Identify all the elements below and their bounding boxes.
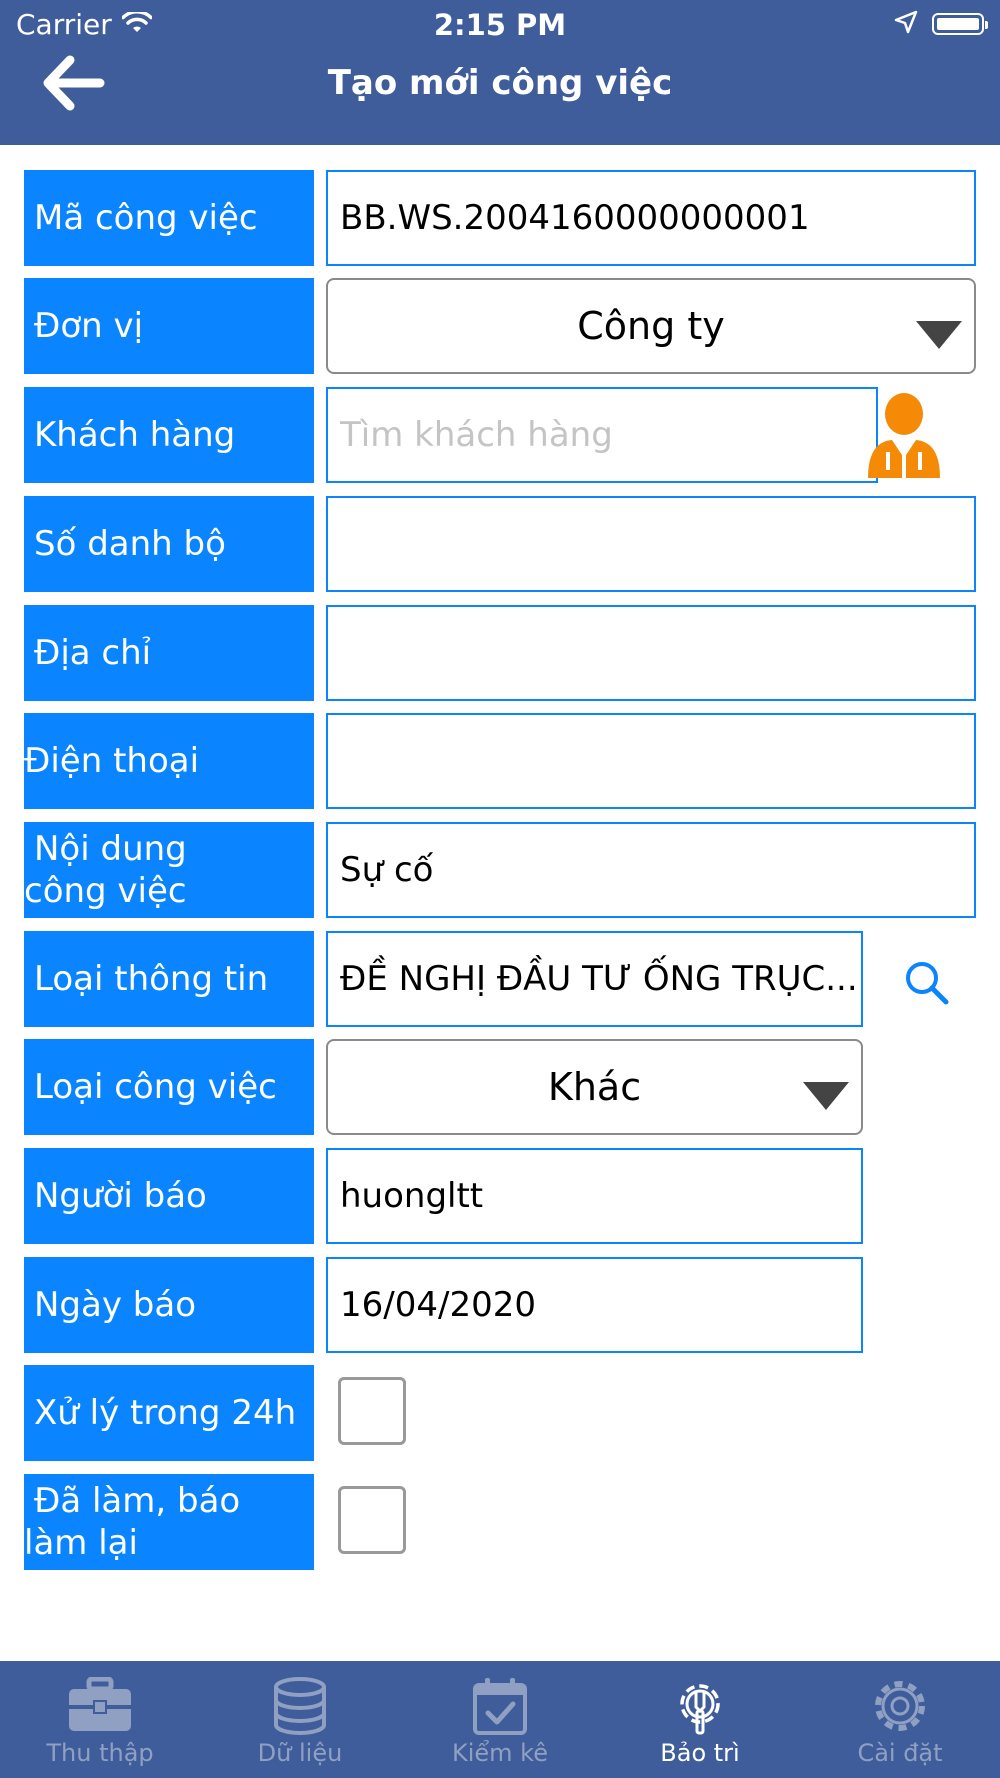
status-right [894, 10, 988, 38]
label-don-vi: Đơn vị [24, 278, 314, 374]
label-so-danh-bo: Số danh bộ [24, 496, 314, 592]
tab-label: Kiểm kê [452, 1739, 548, 1767]
gear-wrench-icon [600, 1677, 800, 1735]
don-vi-select[interactable]: Công ty [326, 278, 976, 374]
search-icon [902, 962, 952, 1012]
status-time: 2:15 PM [433, 8, 567, 42]
label-khach-hang: Khách hàng [24, 387, 314, 483]
label-ngay-bao: Ngày báo [24, 1257, 314, 1353]
tab-kiem-ke[interactable]: Kiểm kê [400, 1661, 600, 1778]
person-icon [866, 393, 942, 484]
dia-chi-field[interactable] [326, 605, 976, 701]
toolbox-icon [0, 1677, 200, 1733]
label-da-lam-line2: làm lại [24, 1523, 138, 1563]
loai-thong-tin-field[interactable]: ĐỀ NGHỊ ĐẦU TƯ ỐNG TRỤC... [326, 931, 863, 1027]
chevron-down-icon [803, 1075, 849, 1119]
tab-bar: Thu thập Dữ liệu Kiểm kê Bảo trì Cài đặt [0, 1661, 1000, 1778]
label-nguoi-bao: Người báo [24, 1148, 314, 1244]
label-noi-dung-line2: công việc [24, 871, 187, 911]
xu-ly-24h-checkbox[interactable] [338, 1377, 406, 1445]
nguoi-bao-field[interactable]: huongltt [326, 1148, 863, 1244]
don-vi-value: Công ty [577, 304, 725, 348]
noi-dung-field[interactable]: Sự cố [326, 822, 976, 918]
label-da-lam: Đã làm, báo làm lại [24, 1474, 314, 1570]
tab-label: Dữ liệu [257, 1739, 343, 1767]
ma-cong-viec-field[interactable]: BB.WS.2004160000000001 [326, 170, 976, 266]
tab-label: Bảo trì [660, 1739, 740, 1767]
location-arrow-icon [894, 10, 918, 38]
label-xu-ly-24h: Xử lý trong 24h [24, 1365, 314, 1461]
khach-hang-search-input[interactable]: Tìm khách hàng [326, 387, 878, 483]
nav-header: Carrier 2:15 PM Tạo mới công việc [0, 0, 1000, 145]
page-title: Tạo mới công việc [327, 63, 673, 103]
tab-cai-dat[interactable]: Cài đặt [800, 1661, 1000, 1778]
gear-icon [800, 1677, 1000, 1735]
loai-cong-viec-value: Khác [547, 1065, 642, 1109]
so-danh-bo-field[interactable] [326, 496, 976, 592]
battery-icon [932, 13, 988, 35]
tab-du-lieu[interactable]: Dữ liệu [200, 1661, 400, 1778]
calendar-check-icon [400, 1677, 600, 1735]
loai-cong-viec-select[interactable]: Khác [326, 1039, 863, 1135]
label-dia-chi: Địa chỉ [24, 605, 314, 701]
label-noi-dung-line1: Nội dung [34, 829, 187, 869]
da-lam-checkbox[interactable] [338, 1486, 406, 1554]
loai-thong-tin-search-button[interactable] [902, 958, 952, 1008]
dien-thoai-field[interactable] [326, 713, 976, 809]
tab-label: Cài đặt [857, 1739, 943, 1767]
label-loai-thong-tin: Loại thông tin [24, 931, 314, 1027]
label-ma-cong-viec: Mã công việc [24, 170, 314, 266]
khach-hang-placeholder: Tìm khách hàng [340, 415, 613, 455]
tab-label: Thu thập [46, 1739, 154, 1767]
chevron-down-icon [916, 314, 962, 358]
database-icon [200, 1677, 400, 1735]
tab-thu-thap[interactable]: Thu thập [0, 1661, 200, 1778]
label-da-lam-line1: Đã làm, báo [34, 1481, 241, 1521]
label-noi-dung: Nội dung công việc [24, 822, 314, 918]
customer-lookup-button[interactable] [866, 392, 942, 480]
label-loai-cong-viec: Loại công việc [24, 1039, 314, 1135]
label-dien-thoai: Điện thoại [24, 713, 314, 809]
tab-bao-tri[interactable]: Bảo trì [600, 1661, 800, 1778]
ngay-bao-field[interactable]: 16/04/2020 [326, 1257, 863, 1353]
